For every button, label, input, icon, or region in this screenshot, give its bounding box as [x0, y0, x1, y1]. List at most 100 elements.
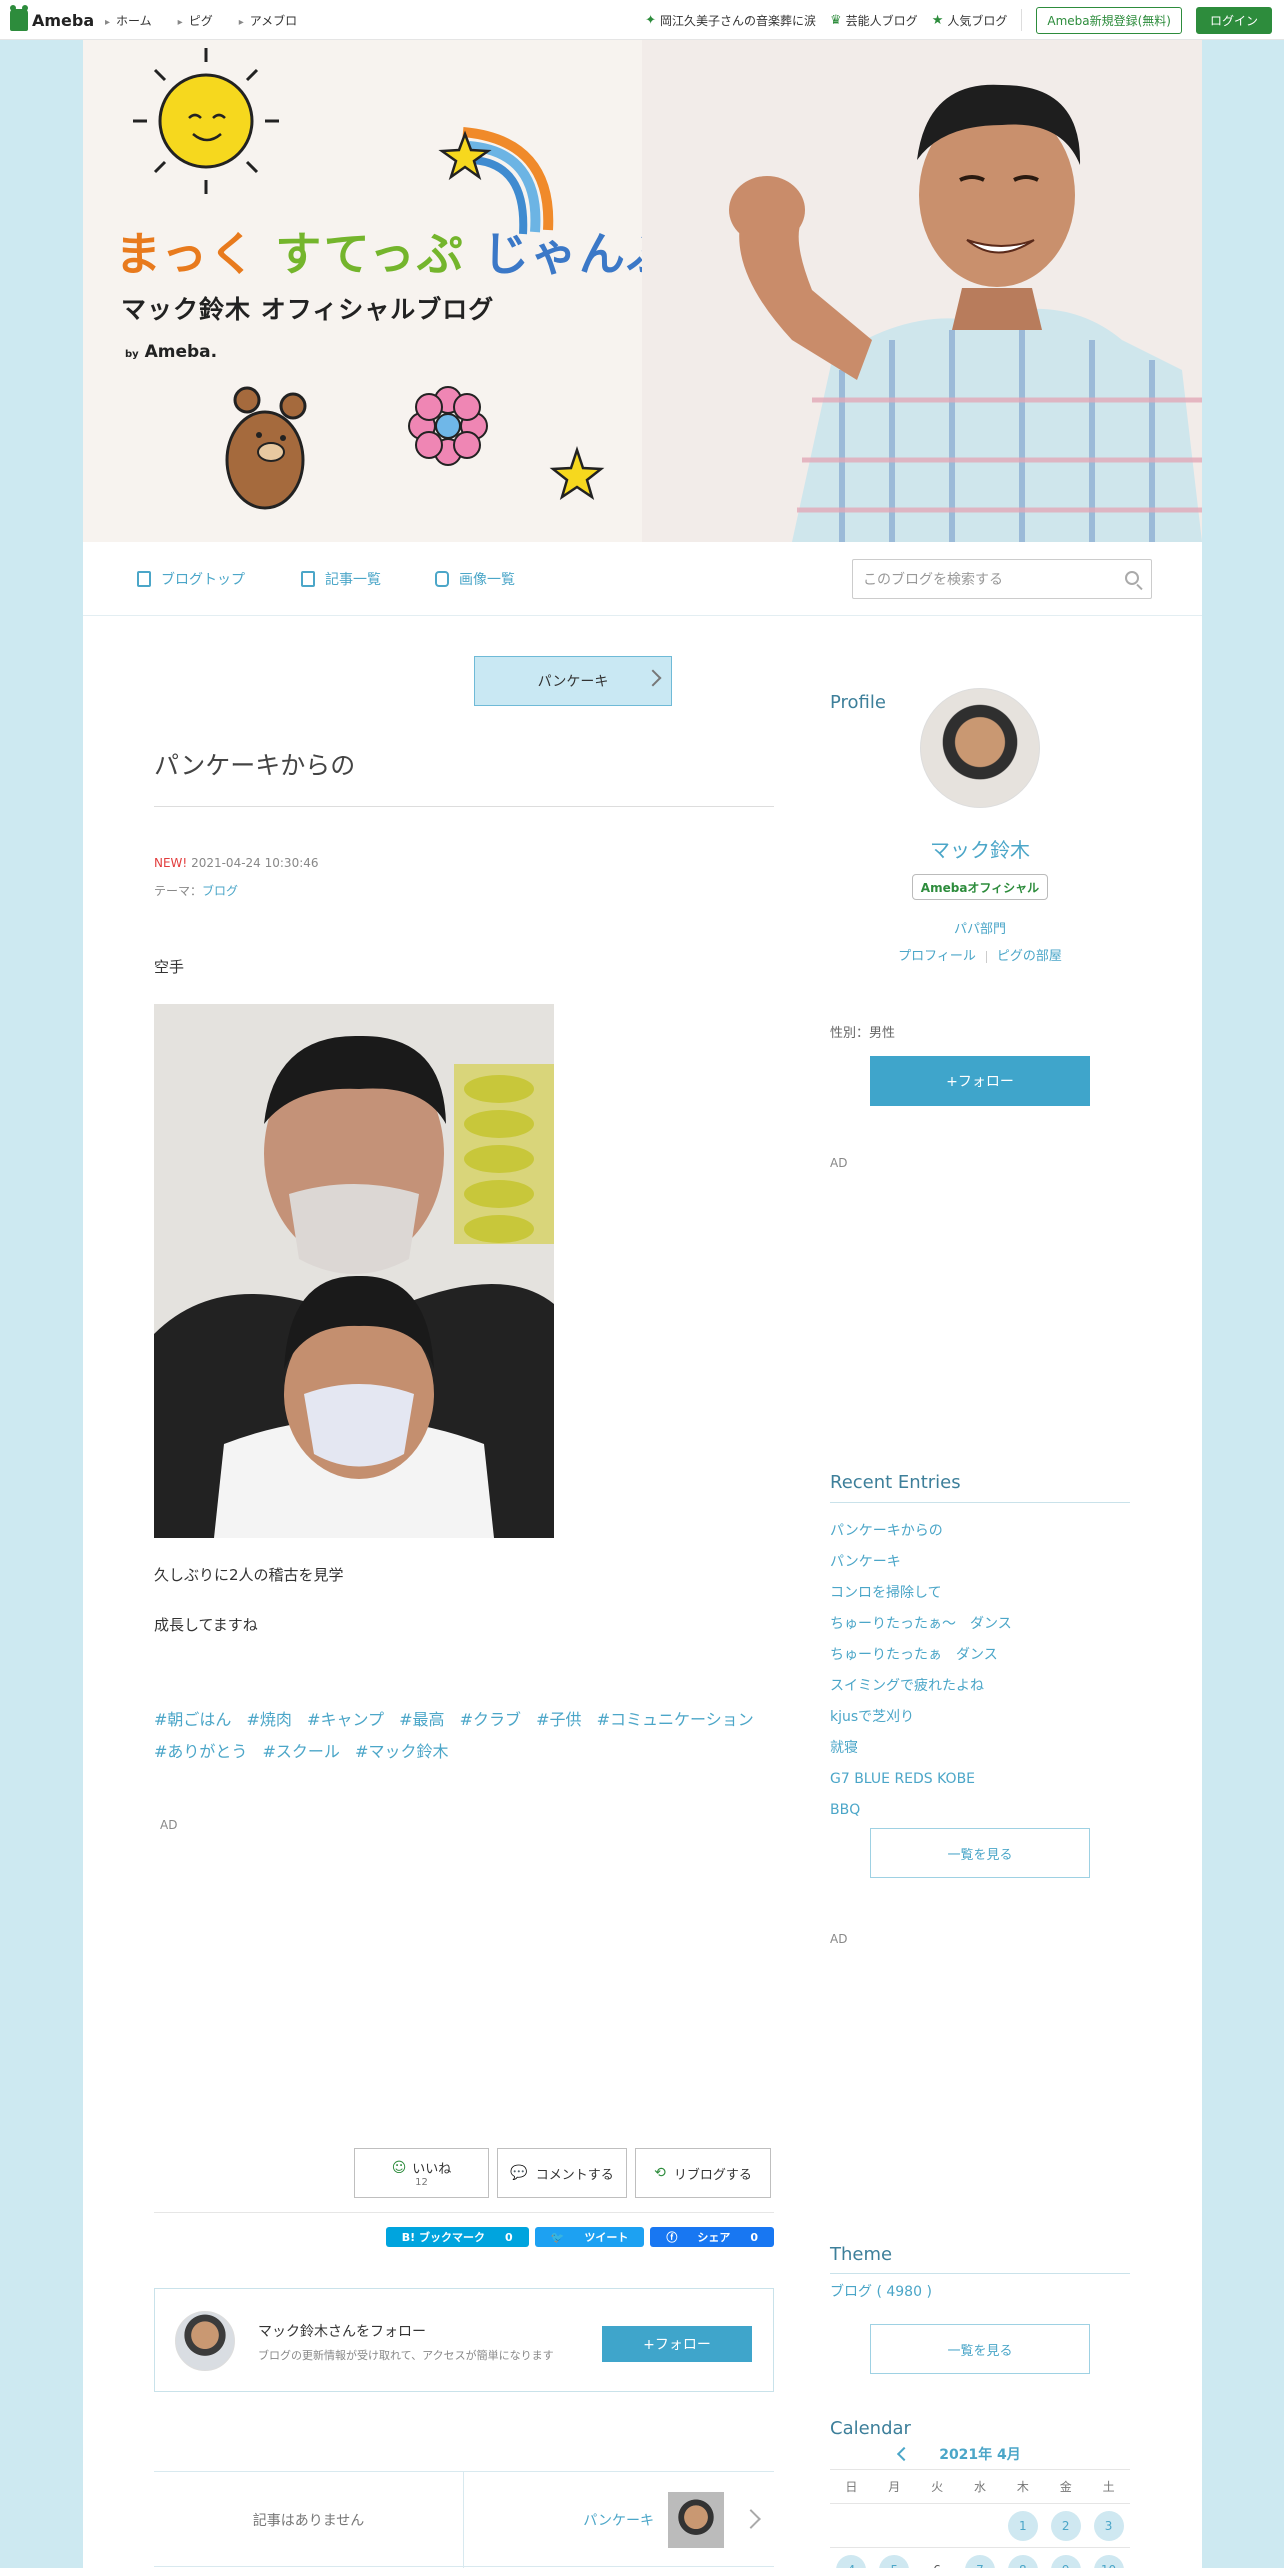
hashtag-link[interactable]: #キャンプ [307, 1710, 384, 1729]
article-title: パンケーキからの [154, 746, 774, 807]
hashtag-list: #朝ごはん #焼肉 #キャンプ #最高 #クラブ #子供 #コミュニケーション … [154, 1704, 774, 1768]
popular-blog-link[interactable]: ★ 人気ブログ [932, 12, 1008, 29]
sparkle-icon: ✦ [645, 12, 656, 28]
recent-entry-link[interactable]: パンケーキからの [830, 1516, 1130, 1547]
nav-image-list[interactable]: 画像一覧 [435, 542, 515, 616]
profile-link[interactable]: プロフィール [898, 949, 976, 964]
register-button[interactable]: Ameba新規登録(無料) [1036, 6, 1182, 34]
new-badge: NEW! [154, 856, 188, 870]
theme-link[interactable]: ブログ ( 4980 ) [830, 2281, 932, 2301]
hashtag-link[interactable]: #ありがとう [154, 1742, 247, 1761]
nav-blog-top[interactable]: ブログトップ [137, 542, 245, 616]
hashtag-link[interactable]: #スクール [263, 1742, 340, 1761]
recent-entry-link[interactable]: BBQ [830, 1795, 1130, 1826]
recent-entry-link[interactable]: コンロを掃除して [830, 1578, 1130, 1609]
profile-avatar[interactable] [920, 688, 1040, 808]
comment-icon: 💬 [510, 2165, 528, 2181]
profile-links: プロフィール ピグの部屋 [830, 945, 1130, 964]
calendar-day-link[interactable]: 5 [879, 2554, 910, 2568]
calendar-day-link[interactable]: 4 [836, 2554, 867, 2568]
next-article-thumbnail [668, 2492, 724, 2548]
recent-entries-heading: Recent Entries [830, 1472, 961, 1493]
comment-button[interactable]: 💬 コメントする [497, 2148, 627, 2198]
prev-article: 記事はありません [154, 2472, 464, 2568]
recent-entry-link[interactable]: kjusで芝刈り [830, 1702, 1130, 1733]
ameba-logo[interactable]: Ameba [10, 5, 94, 31]
recent-entry-link[interactable]: スイミングで疲れたよね [830, 1671, 1130, 1702]
blog-title-graphic: まっく すてっぷ じゃんぷ [115, 227, 675, 281]
hashtag-link[interactable]: #マック鈴木 [355, 1742, 448, 1761]
twitter-icon: 🐦 [550, 2230, 565, 2244]
avatar[interactable] [175, 2311, 235, 2371]
nav-home[interactable]: ホーム [105, 12, 152, 29]
calendar-week: 1 2 3 [830, 2503, 1130, 2547]
reblog-button[interactable]: ⟲ リブログする [635, 2148, 771, 2198]
divider [830, 2273, 1130, 2274]
hashtag-link[interactable]: #コミュニケーション [597, 1710, 754, 1729]
recent-entry-link[interactable]: パンケーキ [830, 1547, 1130, 1578]
article-meta: NEW! 2021-04-24 10:30:46 [154, 856, 319, 870]
calendar-day-link[interactable]: 1 [1007, 2510, 1038, 2541]
document-icon [137, 571, 151, 587]
hashtag-link[interactable]: #朝ごはん [154, 1710, 231, 1729]
star-icon [549, 446, 605, 500]
recent-entry-link[interactable]: ちゅーりたったぁ〜 ダンス [830, 1609, 1130, 1640]
hashtag-link[interactable]: #焼肉 [247, 1710, 292, 1729]
theme-heading: Theme [830, 2244, 893, 2265]
calendar-heading: Calendar [830, 2418, 911, 2439]
recent-entry-link[interactable]: G7 BLUE REDS KOBE [830, 1764, 1130, 1795]
nav-pigg[interactable]: ピグ [178, 12, 213, 29]
body-paragraph: 成長してますね [154, 1616, 258, 1634]
hashtag-link[interactable]: #クラブ [460, 1710, 521, 1729]
flower-icon [408, 386, 488, 466]
see-all-themes-button[interactable]: 一覧を見る [870, 2324, 1090, 2374]
article-photo[interactable] [154, 1004, 554, 1538]
share-buttons: B! ブックマーク 0 🐦 ツイート ⓕ シェア 0 [385, 2227, 774, 2247]
next-article-link[interactable]: パンケーキ [464, 2472, 774, 2568]
news-link[interactable]: ✦ 岡江久美子さんの音楽葬に涙 [645, 12, 816, 29]
calendar-header: 2021年 4月 [830, 2444, 1130, 2464]
reblog-icon: ⟲ [654, 2165, 666, 2181]
profile-genre-link[interactable]: パパ部門 [830, 918, 1130, 937]
blog-search-input[interactable]: このブログを検索する [852, 559, 1152, 599]
divider [985, 950, 987, 963]
calendar-day-link[interactable]: 8 [1007, 2554, 1038, 2568]
blog-header[interactable]: まっく すてっぷ じゃんぷ マック鈴木 オフィシャルブログ by Ameba. [83, 40, 1202, 542]
ad-slot: AD [160, 1818, 178, 1832]
recent-entry-link[interactable]: 就寝 [830, 1733, 1130, 1764]
sidebar-follow-button[interactable]: +フォロー [870, 1056, 1090, 1106]
hashtag-link[interactable]: #最高 [399, 1710, 444, 1729]
nav-entry-list[interactable]: 記事一覧 [301, 542, 381, 616]
profile-gender: 性別：男性 [830, 1026, 896, 1041]
calendar-day-link[interactable]: 3 [1093, 2510, 1124, 2541]
body-paragraph: 久しぶりに2人の稽古を見学 [154, 1566, 344, 1584]
body-paragraph: 空手 [154, 958, 185, 976]
ad-slot: AD [830, 1932, 848, 1946]
chevron-left-icon[interactable] [897, 2446, 912, 2462]
hatena-bookmark-button[interactable]: B! ブックマーク 0 [385, 2227, 529, 2247]
celebrity-blog-link[interactable]: ♛ 芸能人ブログ [830, 12, 918, 29]
see-all-entries-button[interactable]: 一覧を見る [870, 1828, 1090, 1878]
nav-ameblo[interactable]: アメブロ [239, 12, 297, 29]
calendar-day-link[interactable]: 9 [1050, 2554, 1081, 2568]
chevron-right-icon [741, 2509, 761, 2529]
calendar-day-link[interactable]: 10 [1093, 2554, 1124, 2568]
profile-name[interactable]: マック鈴木 [830, 834, 1130, 863]
blog-container: まっく すてっぷ じゃんぷ マック鈴木 オフィシャルブログ by Ameba. [83, 40, 1202, 2568]
follow-button[interactable]: +フォロー [602, 2326, 752, 2362]
hashtag-link[interactable]: #子供 [536, 1710, 581, 1729]
global-header: Ameba ホーム ピグ アメブロ ✦岡江久美子さんの音楽葬に涙 ♛芸能人ブログ… [0, 0, 1284, 40]
article-theme-link[interactable]: ブログ [202, 884, 238, 898]
login-button[interactable]: ログイン [1195, 6, 1272, 34]
like-button[interactable]: ☺ いいね 12 [354, 2148, 489, 2198]
calendar-day-link[interactable]: 2 [1050, 2510, 1081, 2541]
divider [1021, 9, 1023, 31]
search-icon[interactable] [1125, 571, 1139, 585]
theme-tag-button[interactable]: パンケーキ [474, 656, 672, 706]
recent-entry-link[interactable]: ちゅーりたったぁ ダンス [830, 1640, 1130, 1671]
pigg-room-link[interactable]: ピグの部屋 [997, 949, 1062, 964]
facebook-share-button[interactable]: ⓕ シェア 0 [650, 2227, 774, 2247]
reaction-bar: ☺ いいね 12 💬 コメントする ⟲ リブログする [354, 2148, 771, 2198]
tweet-button[interactable]: 🐦 ツイート [534, 2227, 645, 2247]
calendar-day-link[interactable]: 7 [964, 2554, 995, 2568]
